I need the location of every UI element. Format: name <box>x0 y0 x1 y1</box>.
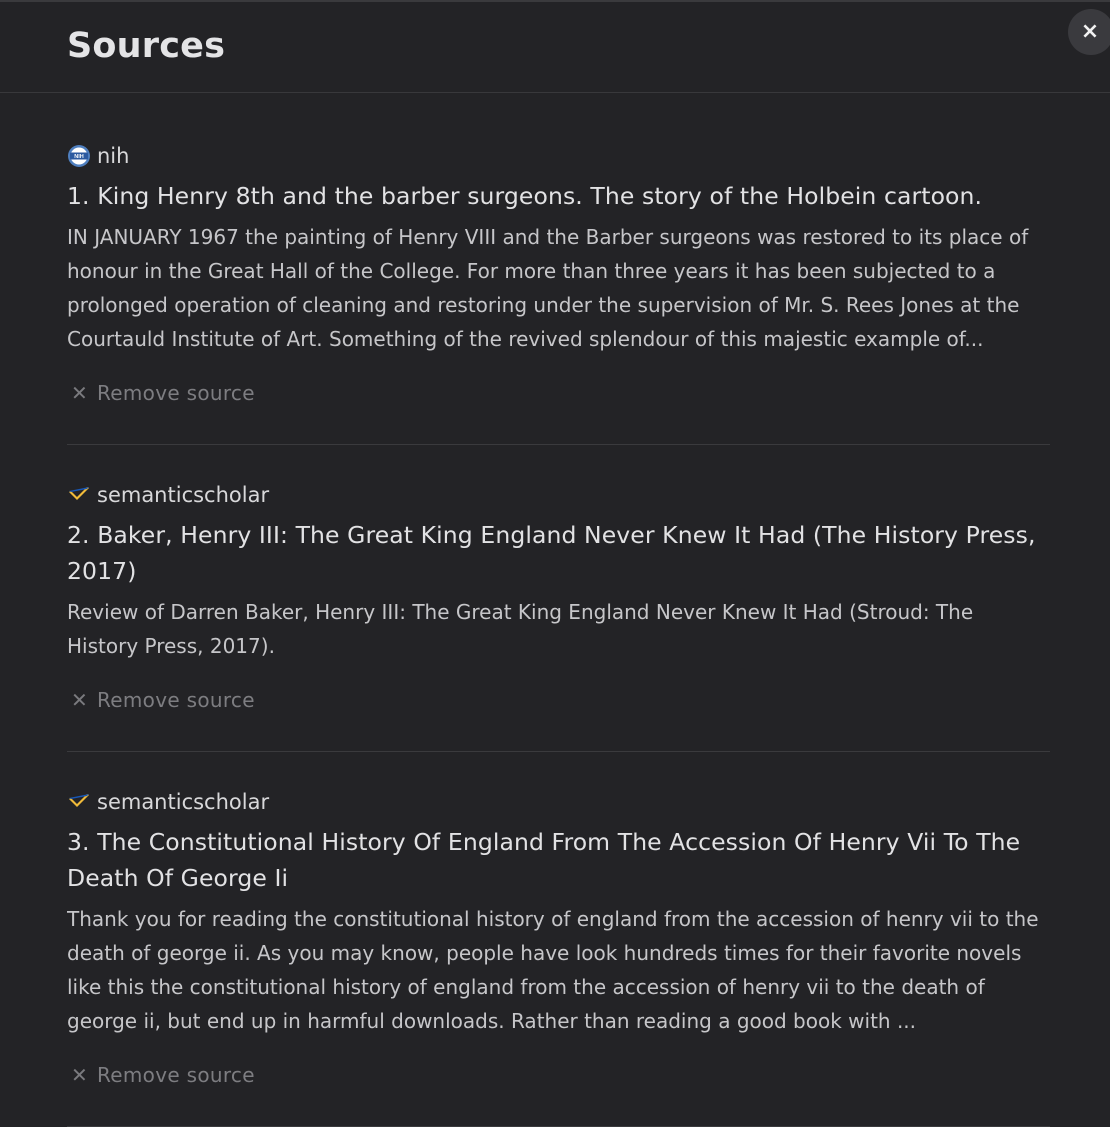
close-button[interactable]: × <box>1068 9 1110 55</box>
remove-icon: ✕ <box>71 1063 88 1087</box>
source-item: semanticscholar 3. The Constitutional Hi… <box>67 752 1050 1127</box>
source-title[interactable]: 3. The Constitutional History Of England… <box>67 824 1050 896</box>
remove-source-button[interactable]: ✕ Remove source <box>67 1060 1050 1090</box>
source-title[interactable]: 1. King Henry 8th and the barber surgeon… <box>67 178 1050 214</box>
svg-text:NIH: NIH <box>74 154 84 160</box>
source-name: semanticscholar <box>97 483 270 507</box>
sources-panel: Sources × NIH nih 1. King Henry 8th and … <box>0 0 1110 1127</box>
source-label-row: semanticscholar <box>67 788 1050 816</box>
source-item: NIH nih 1. King Henry 8th and the barber… <box>67 93 1050 445</box>
source-name: semanticscholar <box>97 790 270 814</box>
remove-source-label: Remove source <box>97 1063 255 1087</box>
panel-header: Sources <box>0 0 1110 93</box>
semanticscholar-logo-icon <box>67 790 91 814</box>
close-icon: × <box>1080 19 1100 44</box>
source-item: semanticscholar 2. Baker, Henry III: The… <box>67 445 1050 752</box>
remove-source-label: Remove source <box>97 688 255 712</box>
sources-list: NIH nih 1. King Henry 8th and the barber… <box>67 93 1050 1127</box>
remove-source-button[interactable]: ✕ Remove source <box>67 378 1050 408</box>
source-name: nih <box>97 144 130 168</box>
remove-source-button[interactable]: ✕ Remove source <box>67 685 1050 715</box>
page-title: Sources <box>67 26 226 66</box>
source-label-row: NIH nih <box>67 142 1050 170</box>
remove-source-label: Remove source <box>97 381 255 405</box>
source-title[interactable]: 2. Baker, Henry III: The Great King Engl… <box>67 517 1050 589</box>
source-description: Review of Darren Baker, Henry III: The G… <box>67 600 974 658</box>
semanticscholar-logo-icon <box>67 483 91 507</box>
source-description: Thank you for reading the constitutional… <box>67 907 1039 1033</box>
nih-logo-icon: NIH <box>67 144 91 168</box>
remove-icon: ✕ <box>71 381 88 405</box>
source-label-row: semanticscholar <box>67 481 1050 509</box>
remove-icon: ✕ <box>71 688 88 712</box>
source-description: IN JANUARY 1967 the painting of Henry VI… <box>67 225 1029 351</box>
